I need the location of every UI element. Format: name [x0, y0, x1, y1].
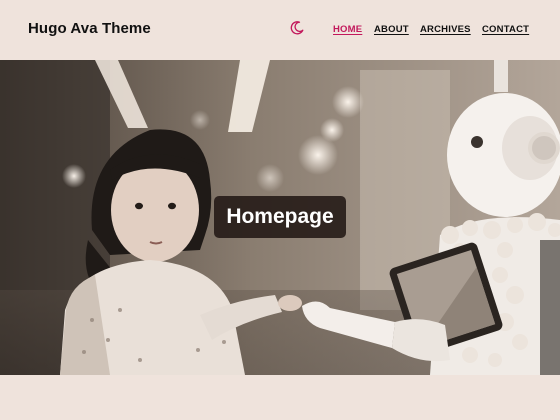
- hero-title: Homepage: [214, 196, 346, 238]
- nav-contact[interactable]: CONTACT: [482, 24, 529, 35]
- nav-archives[interactable]: ARCHIVES: [420, 24, 471, 35]
- page-body: [0, 375, 560, 420]
- nav-home[interactable]: HOME: [333, 24, 362, 35]
- main-nav: HOME ABOUT ARCHIVES CONTACT: [0, 24, 560, 38]
- hero-banner: Homepage: [0, 60, 560, 375]
- nav-about[interactable]: ABOUT: [374, 24, 409, 35]
- site-header: Hugo Ava Theme HOME ABOUT ARCHIVES CONTA…: [0, 0, 560, 60]
